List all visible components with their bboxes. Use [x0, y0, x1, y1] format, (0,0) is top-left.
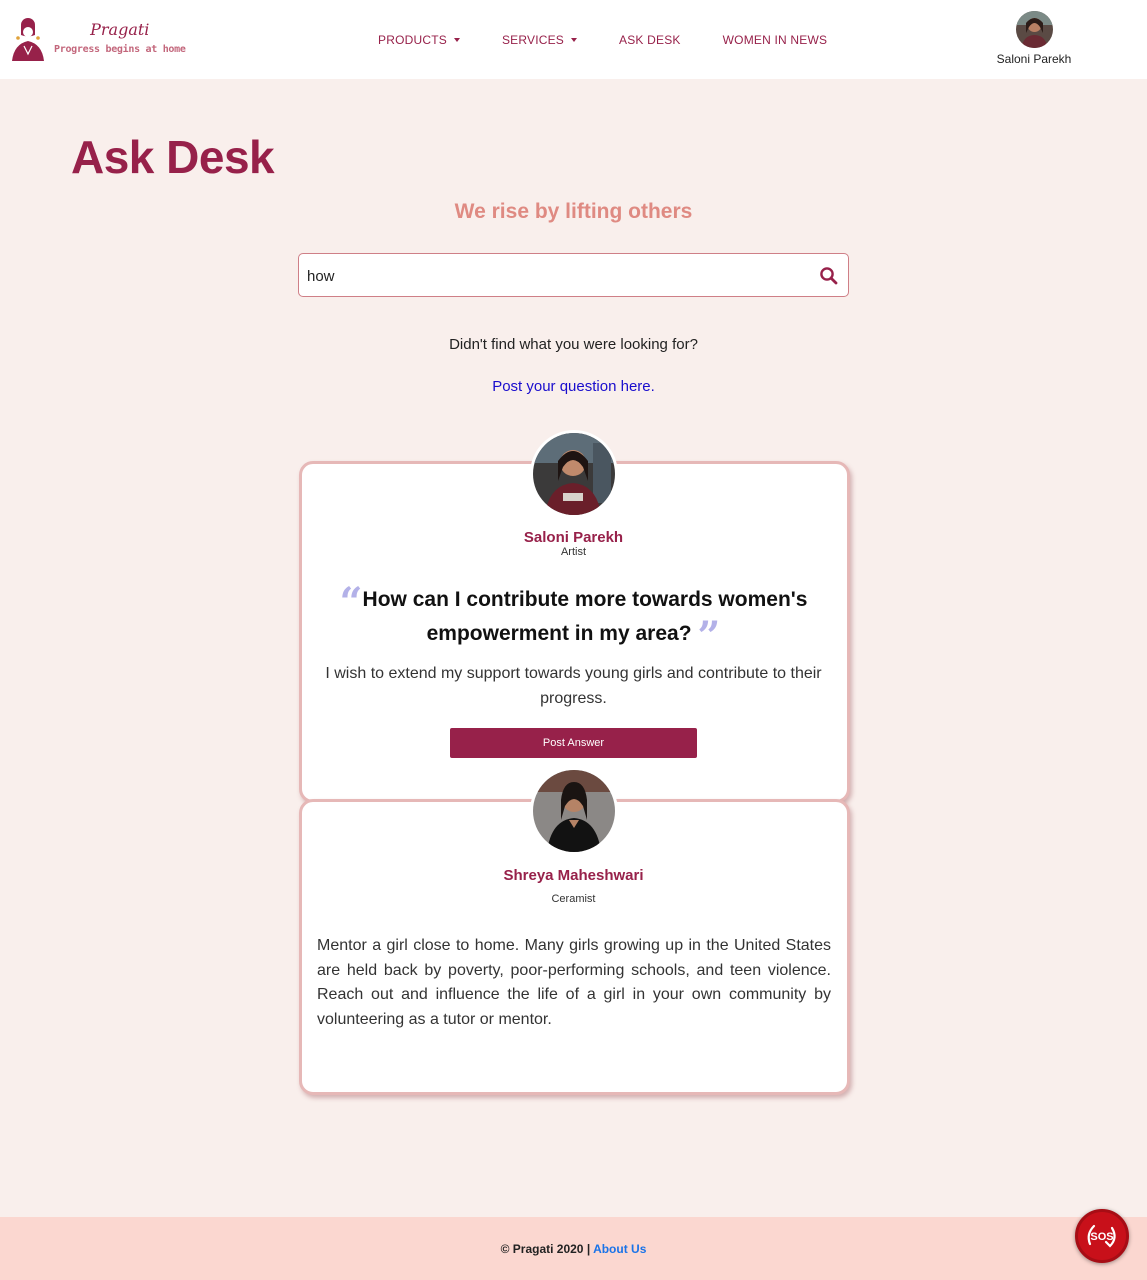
footer-text: © Pragati 2020 | About Us: [0, 1242, 1147, 1256]
question-author-name[interactable]: Saloni Parekh: [0, 529, 1147, 546]
nav-item-ask-desk[interactable]: ASK DESK: [619, 33, 681, 47]
nav-item-women-in-news[interactable]: WOMEN IN NEWS: [723, 33, 828, 47]
caret-down-icon: [571, 38, 578, 42]
post-answer-button[interactable]: Post Answer: [450, 728, 697, 758]
page-title: Ask Desk: [71, 131, 275, 183]
not-found-text: Didn't find what you were looking for?: [449, 336, 698, 353]
question-author-role: Artist: [560, 546, 587, 558]
caret-down-icon: [453, 38, 460, 42]
nav-item-label: SERVICES: [501, 33, 565, 47]
answer-author-name[interactable]: Shreya Maheshwari: [0, 867, 1147, 884]
brand-name: Pragati: [90, 20, 150, 39]
footer: © Pragati 2020 | About Us: [0, 1217, 1147, 1280]
search-input[interactable]: [307, 264, 807, 288]
nav-item-label: PRODUCTS: [378, 33, 447, 47]
question-description: I wish to extend my support towards youn…: [325, 665, 822, 707]
profile-menu[interactable]: Saloni Parekh: [990, 11, 1078, 66]
woman-silhouette-icon: [12, 18, 44, 61]
sos-phone-icon: SOS: [1087, 1224, 1116, 1248]
about-us-link[interactable]: About Us: [593, 1242, 646, 1256]
answer-author-avatar: [530, 767, 618, 855]
search-icon[interactable]: [819, 266, 839, 286]
sos-label: SOS: [1090, 1231, 1113, 1243]
search-bar: [298, 253, 849, 297]
post-question-link[interactable]: Post your question here.: [0, 378, 1147, 395]
answer-author-role: Ceramist: [551, 893, 596, 905]
brand-logo[interactable]: Pragati Progress begins at home: [10, 16, 186, 62]
brand-text: Pragati Progress begins at home: [54, 16, 186, 56]
avatar: [1015, 11, 1053, 48]
brand-tagline: Progress begins at home: [54, 44, 186, 55]
page-subtitle: We rise by lifting others: [454, 200, 693, 223]
sos-button[interactable]: SOS: [1075, 1209, 1129, 1263]
nav-item-label: WOMEN IN NEWS: [722, 33, 828, 47]
navbar: Pragati Progress begins at home PRODUCTS…: [0, 0, 1147, 79]
close-quote-icon: ”: [697, 613, 721, 660]
question-author-avatar: [530, 430, 618, 518]
copyright-text: © Pragati 2020 |: [500, 1242, 591, 1256]
open-quote-icon: “: [339, 579, 363, 626]
main-nav: PRODUCTS SERVICES ASK DESK WOMEN IN NEWS: [378, 33, 869, 47]
nav-item-products[interactable]: PRODUCTS: [378, 33, 460, 47]
nav-item-services[interactable]: SERVICES: [501, 33, 578, 47]
profile-name: Saloni Parekh: [996, 52, 1072, 66]
question-text: How can I contribute more towards women'…: [362, 588, 808, 645]
question-title: “How can I contribute more towards women…: [316, 583, 831, 657]
answer-text: Mentor a girl close to home. Many girls …: [317, 937, 831, 1028]
nav-item-label: ASK DESK: [619, 33, 681, 47]
